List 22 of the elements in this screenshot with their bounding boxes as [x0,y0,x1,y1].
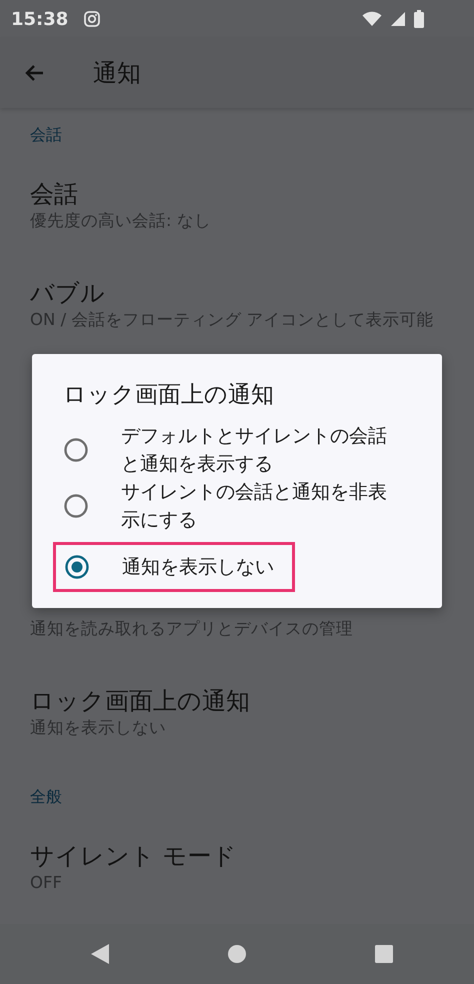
signal-icon [390,11,406,27]
wifi-icon [362,11,382,27]
battery-icon [414,10,424,28]
radio-option[interactable]: デフォルトとサイレントの会話と通知を表示する [53,422,403,478]
radio-option[interactable]: サイレントの会話と通知を非表示にする [53,478,403,534]
page-title: 通知 [93,58,141,89]
back-icon[interactable] [90,943,110,965]
section-header: 全般 [29,786,63,808]
radio-option[interactable]: 通知を表示しない [53,542,295,592]
recents-icon[interactable] [374,944,394,964]
radio-button[interactable] [65,555,89,579]
home-icon[interactable] [227,944,247,964]
radio-button[interactable] [64,438,88,462]
setting-title[interactable]: バブル [30,277,444,309]
section-header: 会話 [29,124,63,146]
radio-button[interactable] [64,494,88,518]
clock: 15:38 [11,8,68,30]
camera-icon [84,11,100,27]
setting-title[interactable]: サイレント モード [30,840,444,872]
setting-title[interactable]: 会話 [30,178,444,210]
setting-title[interactable]: ロック画面上の通知 [30,685,444,717]
dialog-title: ロック画面上の通知 [63,381,275,410]
